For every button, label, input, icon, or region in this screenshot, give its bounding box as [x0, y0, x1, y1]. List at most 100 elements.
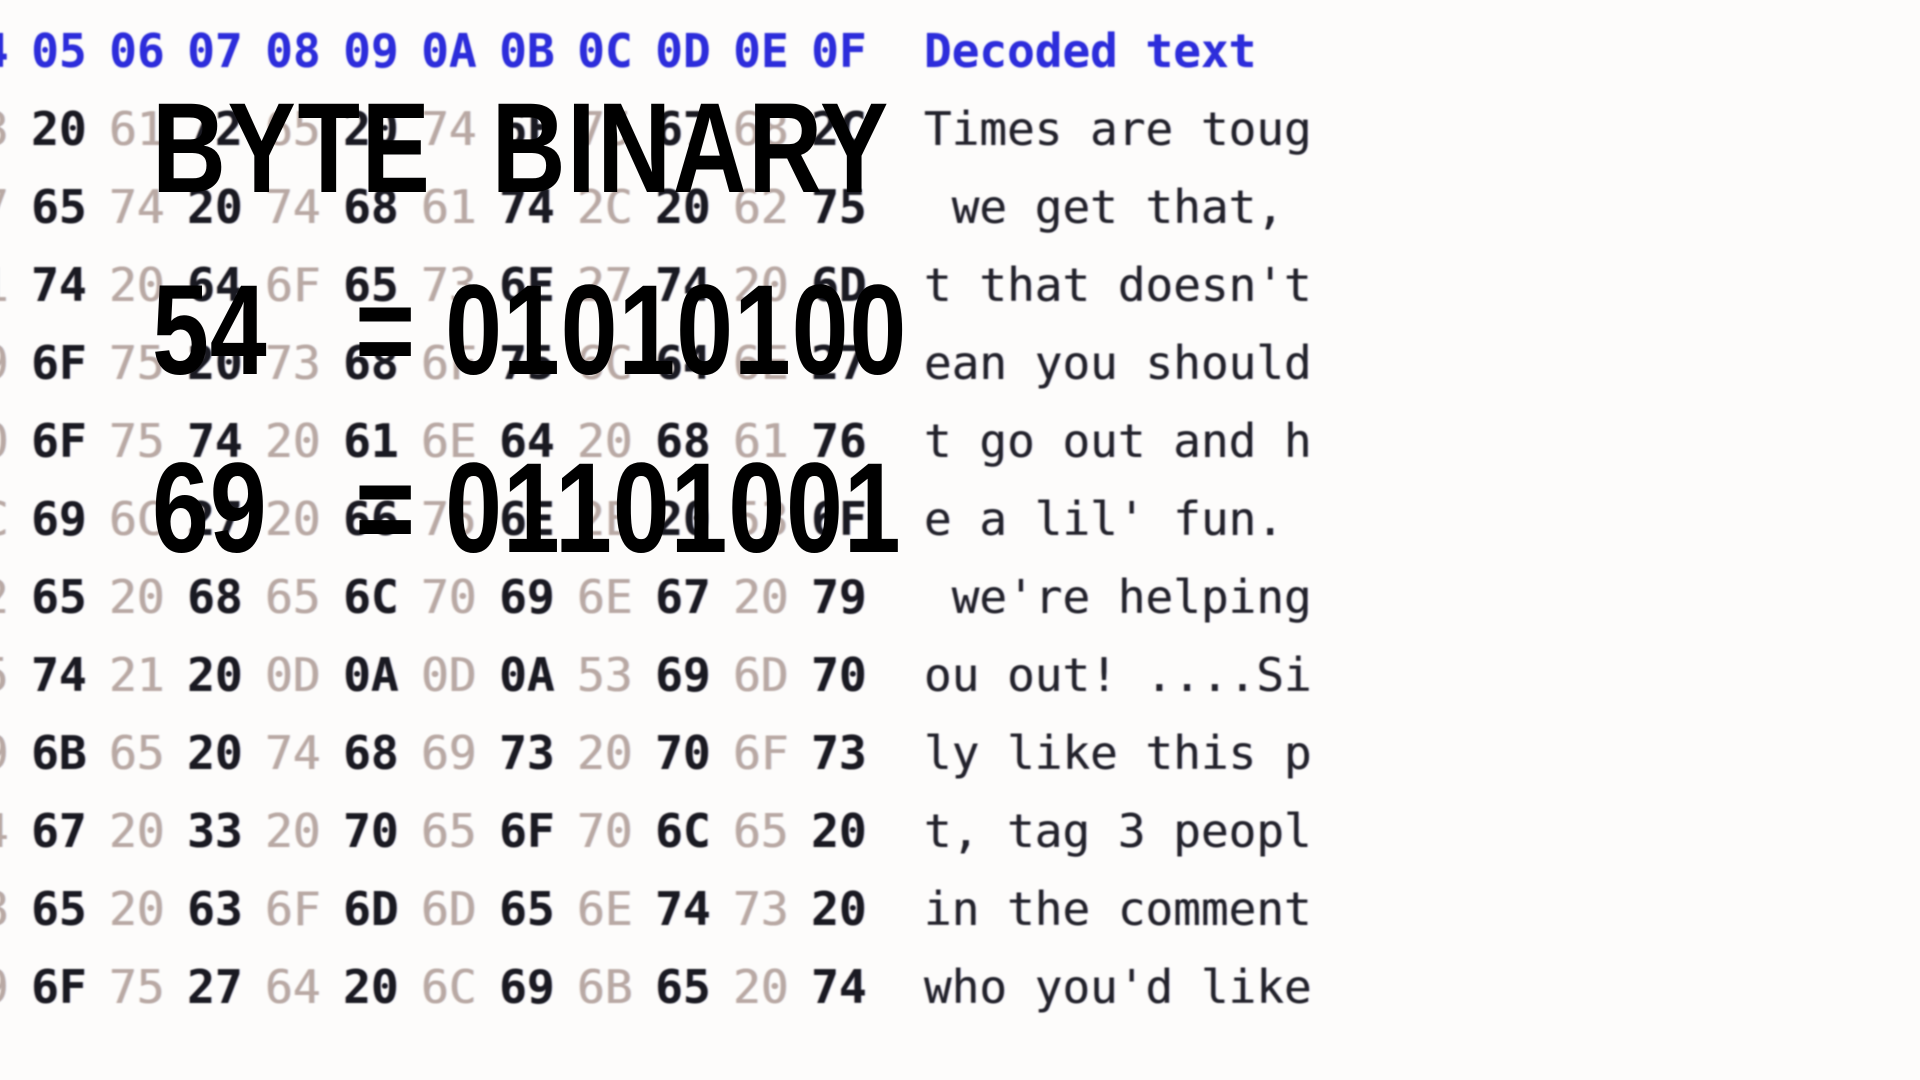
hex-byte-cell[interactable]: 20 [20, 90, 98, 168]
hex-byte-cell[interactable]: 74 [410, 90, 488, 168]
hex-byte-cell[interactable]: 6D [722, 636, 800, 714]
hex-row[interactable]: 757421200D0A0D0A53696D70ou out! ....Si [0, 636, 1312, 714]
hex-byte-cell[interactable]: 2E [566, 480, 644, 558]
hex-byte-cell[interactable]: 67 [20, 792, 98, 870]
hex-byte-cell[interactable]: 20 [722, 246, 800, 324]
hex-byte-cell[interactable]: 27 [566, 246, 644, 324]
hex-byte-cell[interactable]: 74 [20, 246, 98, 324]
hex-byte-cell[interactable]: 68 [0, 870, 20, 948]
hex-row[interactable]: 686520636F6D6D656E747320in the comment [0, 870, 1312, 948]
hex-row[interactable]: 77657420746861742C206275 we get that, [0, 168, 1312, 246]
hex-byte-cell[interactable]: 20 [644, 480, 722, 558]
hex-byte-cell[interactable]: 65 [254, 90, 332, 168]
hex-byte-cell[interactable]: 74 [644, 870, 722, 948]
hex-row[interactable]: 746720332070656F706C6520t, tag 3 peopl [0, 792, 1312, 870]
decoded-text-cell[interactable]: t, tag 3 peopl [878, 792, 1312, 870]
hex-byte-cell[interactable]: 20 [332, 90, 410, 168]
hex-row[interactable]: 732061726520746F7567682CTimes are toug [0, 90, 1312, 168]
hex-byte-cell[interactable]: 79 [0, 324, 20, 402]
hex-byte-cell[interactable]: 20 [644, 168, 722, 246]
decoded-text-cell[interactable]: we're helping [878, 558, 1312, 636]
hex-byte-cell[interactable]: 74 [254, 714, 332, 792]
hex-byte-cell[interactable]: 63 [176, 870, 254, 948]
hex-byte-cell[interactable]: 67 [644, 558, 722, 636]
hex-byte-cell[interactable]: 73 [800, 714, 878, 792]
hex-byte-cell[interactable]: 73 [410, 246, 488, 324]
hex-byte-cell[interactable]: 75 [566, 90, 644, 168]
hex-byte-cell[interactable]: 6F [20, 948, 98, 1026]
hex-byte-cell[interactable]: 73 [488, 714, 566, 792]
hex-byte-cell[interactable]: 21 [98, 636, 176, 714]
hex-byte-cell[interactable]: 72 [176, 90, 254, 168]
decoded-text-cell[interactable]: Times are toug [878, 90, 1312, 168]
hex-byte-cell[interactable]: 6E [566, 870, 644, 948]
hex-byte-cell[interactable]: 61 [410, 168, 488, 246]
hex-byte-cell[interactable]: 6D [800, 246, 878, 324]
hex-byte-cell[interactable]: 70 [566, 792, 644, 870]
hex-byte-cell[interactable]: 64 [254, 948, 332, 1026]
hex-byte-cell[interactable]: 0A [332, 636, 410, 714]
hex-byte-cell[interactable]: 6E [722, 324, 800, 402]
hex-byte-cell[interactable]: 70 [800, 636, 878, 714]
hex-byte-cell[interactable]: 20 [98, 792, 176, 870]
hex-byte-cell[interactable]: 2C [800, 90, 878, 168]
hex-byte-cell[interactable]: 20 [176, 168, 254, 246]
hex-row[interactable]: 796F752073686F756C646E27ean you should [0, 324, 1312, 402]
hex-byte-cell[interactable]: 27 [176, 948, 254, 1026]
hex-byte-cell[interactable]: 75 [98, 324, 176, 402]
hex-byte-cell[interactable]: 66 [332, 480, 410, 558]
hex-byte-cell[interactable]: 65 [20, 558, 98, 636]
hex-byte-cell[interactable]: 73 [0, 90, 20, 168]
hex-byte-cell[interactable]: 61 [332, 402, 410, 480]
decoded-text-cell[interactable]: in the comment [878, 870, 1312, 948]
hex-byte-cell[interactable]: 20 [98, 870, 176, 948]
hex-byte-cell[interactable]: 20 [254, 792, 332, 870]
hex-byte-cell[interactable]: 61 [722, 402, 800, 480]
hex-byte-cell[interactable]: 6E [488, 246, 566, 324]
hex-byte-cell[interactable]: 68 [176, 558, 254, 636]
hex-byte-cell[interactable]: 70 [644, 714, 722, 792]
hex-byte-cell[interactable]: 75 [488, 324, 566, 402]
hex-byte-cell[interactable]: 61 [0, 246, 20, 324]
hex-byte-cell[interactable]: 20 [332, 948, 410, 1026]
hex-byte-cell[interactable]: 68 [332, 168, 410, 246]
hex-byte-cell[interactable]: 74 [644, 246, 722, 324]
hex-byte-cell[interactable]: 65 [332, 246, 410, 324]
hex-byte-cell[interactable]: 65 [488, 870, 566, 948]
hex-byte-cell[interactable]: 6E [566, 558, 644, 636]
hex-byte-cell[interactable]: 73 [722, 870, 800, 948]
hex-byte-cell[interactable]: 65 [20, 870, 98, 948]
hex-byte-cell[interactable]: 74 [0, 792, 20, 870]
hex-byte-cell[interactable]: 68 [644, 402, 722, 480]
hex-byte-cell[interactable]: 68 [332, 324, 410, 402]
hex-byte-cell[interactable]: 69 [20, 480, 98, 558]
hex-byte-cell[interactable]: 6B [20, 714, 98, 792]
decoded-text-cell[interactable]: ou out! ....Si [878, 636, 1312, 714]
hex-byte-cell[interactable]: 6F [20, 402, 98, 480]
decoded-text-cell[interactable]: ly like this p [878, 714, 1312, 792]
hex-byte-cell[interactable]: 76 [800, 402, 878, 480]
hex-byte-cell[interactable]: 20 [254, 480, 332, 558]
hex-byte-cell[interactable]: 73 [254, 324, 332, 402]
hex-byte-cell[interactable]: 65 [644, 948, 722, 1026]
hex-byte-cell[interactable]: 65 [410, 792, 488, 870]
hex-byte-cell[interactable]: 68 [332, 714, 410, 792]
hex-byte-cell[interactable]: 64 [644, 324, 722, 402]
decoded-text-cell[interactable]: e a lil' fun. [878, 480, 1312, 558]
hex-row[interactable]: 6C696C272066756E2E20536Fe a lil' fun. [0, 480, 1312, 558]
hex-byte-cell[interactable]: 6F [722, 714, 800, 792]
hex-byte-cell[interactable]: 70 [410, 558, 488, 636]
hex-byte-cell[interactable]: 20 [176, 324, 254, 402]
hex-byte-cell[interactable]: 64 [488, 402, 566, 480]
hex-byte-cell[interactable]: 6C [98, 480, 176, 558]
hex-byte-cell[interactable]: 6F [410, 324, 488, 402]
hex-byte-cell[interactable]: 53 [566, 636, 644, 714]
hex-byte-cell[interactable]: 69 [488, 948, 566, 1026]
hex-byte-cell[interactable]: 61 [98, 90, 176, 168]
hex-byte-cell[interactable]: 6C [410, 948, 488, 1026]
hex-byte-cell[interactable]: 20 [566, 402, 644, 480]
hex-row[interactable]: 206F757420616E6420686176t go out and h [0, 402, 1312, 480]
hex-byte-cell[interactable]: 20 [98, 246, 176, 324]
hex-byte-cell[interactable]: 74 [488, 168, 566, 246]
hex-byte-cell[interactable]: 69 [644, 636, 722, 714]
